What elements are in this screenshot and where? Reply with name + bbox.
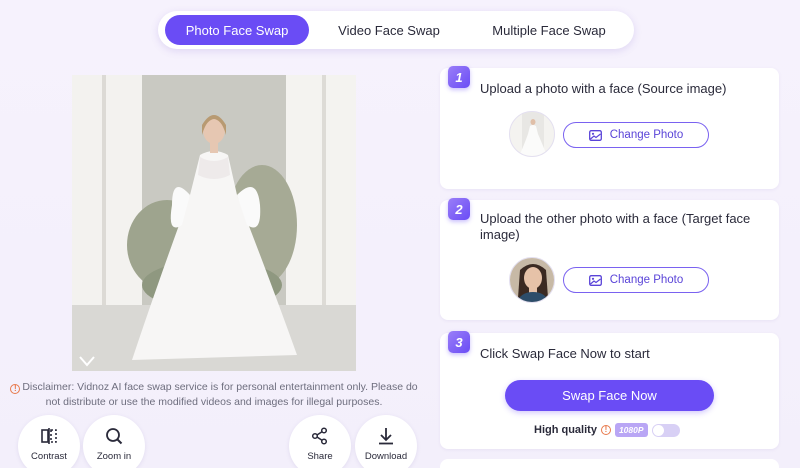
share-label: Share: [307, 451, 333, 462]
download-label: Download: [364, 451, 408, 462]
next-panel-edge: [440, 459, 779, 468]
step-number-badge: 2: [448, 198, 470, 220]
info-icon: !: [10, 384, 21, 394]
target-face-thumbnail: [509, 257, 555, 303]
image-icon: [588, 129, 602, 141]
swap-mode-tabs: Photo Face Swap Video Face Swap Multiple…: [158, 11, 634, 49]
share-button[interactable]: Share: [289, 415, 351, 468]
result-preview-image: [72, 75, 356, 371]
download-button[interactable]: Download: [355, 415, 417, 468]
high-quality-label: High quality: [534, 424, 597, 436]
high-quality-row: High quality ! 1080P: [534, 423, 680, 437]
step-2-target-face: 2 Upload the other photo with a face (Ta…: [440, 198, 779, 320]
info-icon[interactable]: !: [600, 425, 611, 435]
contrast-label: Contrast: [31, 451, 67, 462]
swap-face-now-button[interactable]: Swap Face Now: [505, 380, 714, 411]
step-number-badge: 1: [448, 66, 470, 88]
zoom-in-button[interactable]: Zoom in: [83, 415, 145, 468]
change-source-photo-button[interactable]: Change Photo: [563, 122, 709, 148]
zoom-in-label: Zoom in: [96, 451, 132, 462]
tab-video-face-swap[interactable]: Video Face Swap: [309, 15, 469, 45]
download-icon: [379, 428, 393, 445]
contrast-button[interactable]: Contrast: [18, 415, 80, 468]
zoom-in-icon: [106, 428, 123, 445]
high-quality-toggle[interactable]: [651, 423, 680, 437]
tab-multiple-face-swap[interactable]: Multiple Face Swap: [469, 15, 629, 45]
resolution-badge: 1080P: [614, 423, 648, 437]
tab-photo-face-swap[interactable]: Photo Face Swap: [165, 15, 309, 45]
change-photo-label: Change Photo: [609, 274, 684, 286]
disclaimer: ! Disclaimer: Vidnoz AI face swap service…: [10, 380, 418, 410]
step-3-title: Click Swap Face Now to start: [480, 346, 650, 361]
change-photo-label: Change Photo: [609, 129, 684, 141]
share-icon: [311, 427, 328, 445]
disclaimer-text: Disclaimer: Vidnoz AI face swap service …: [22, 381, 418, 408]
source-image-thumbnail: [509, 111, 555, 157]
change-target-photo-button[interactable]: Change Photo: [563, 267, 709, 293]
image-icon: [588, 274, 602, 286]
step-3-swap: 3 Click Swap Face Now to start Swap Face…: [440, 331, 779, 449]
step-2-title: Upload the other photo with a face (Targ…: [480, 211, 751, 242]
step-1-title: Upload a photo with a face (Source image…: [480, 81, 727, 96]
toggle-knob: [652, 424, 664, 436]
step-1-source-image: 1 Upload a photo with a face (Source ima…: [440, 66, 779, 189]
vidnoz-watermark: [79, 356, 95, 367]
step-number-badge: 3: [448, 331, 470, 353]
contrast-icon: [41, 428, 57, 444]
